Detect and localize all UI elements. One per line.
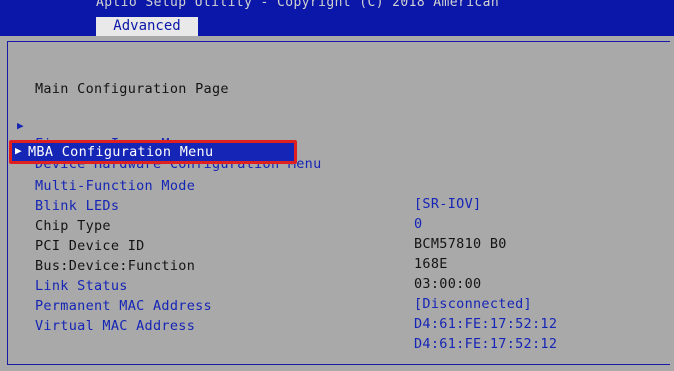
triangle-right-icon: ▶	[15, 144, 22, 157]
setting-value: D4:61:FE:17:52:12	[414, 336, 558, 352]
menu-link-firmware-image[interactable]: ▶ Firmware Image Menu	[8, 99, 195, 152]
setting-value: D4:61:FE:17:52:12	[414, 316, 558, 332]
setting-value: [SR-IOV]	[414, 196, 482, 212]
setting-permanent-mac[interactable]: Permanent MAC Address D4:61:FE:17:52:12	[8, 279, 557, 332]
setting-value: BCM57810 B0	[414, 236, 507, 252]
setting-chip-type: Chip Type BCM57810 B0	[8, 199, 506, 252]
menu-link-mba-configuration[interactable]: ▶ MBA Configuration Menu	[9, 140, 297, 164]
setting-virtual-mac[interactable]: Virtual MAC Address D4:61:FE:17:52:12	[8, 299, 557, 352]
setting-label: Bus:Device:Function	[35, 258, 196, 274]
header-bar: Aptio Setup Utility - Copyright (C) 2018…	[0, 0, 674, 36]
setting-blink-leds[interactable]: Blink LEDs 0	[8, 179, 422, 232]
setting-label: Blink LEDs	[35, 198, 120, 214]
setting-label: Link Status	[35, 278, 128, 294]
setting-value: 0	[414, 216, 423, 232]
menu-link-device-hardware[interactable]: ▶ Device Hardware Configuration Menu	[8, 119, 321, 172]
setting-value: [Disconnected]	[414, 296, 532, 312]
bios-title: Aptio Setup Utility - Copyright (C) 2018…	[96, 0, 500, 10]
setting-label: Chip Type	[35, 218, 111, 234]
setting-label: Virtual MAC Address	[35, 318, 196, 334]
setting-pci-device-id: PCI Device ID 168E	[8, 219, 447, 272]
tab-advanced[interactable]: Advanced	[96, 17, 198, 36]
setting-value: 03:00:00	[414, 276, 482, 292]
main-panel: Main Configuration Page ▶ Firmware Image…	[7, 41, 670, 365]
page-title: Main Configuration Page	[35, 81, 229, 97]
setting-label: Multi-Function Mode	[35, 178, 196, 194]
setting-label: Permanent MAC Address	[35, 298, 212, 314]
setting-bus-device-function: Bus:Device:Function 03:00:00	[8, 239, 481, 292]
setting-label: PCI Device ID	[35, 238, 145, 254]
setting-link-status[interactable]: Link Status [Disconnected]	[8, 259, 532, 312]
menu-link-label: MBA Configuration Menu	[28, 144, 214, 160]
setting-value: 168E	[414, 256, 448, 272]
